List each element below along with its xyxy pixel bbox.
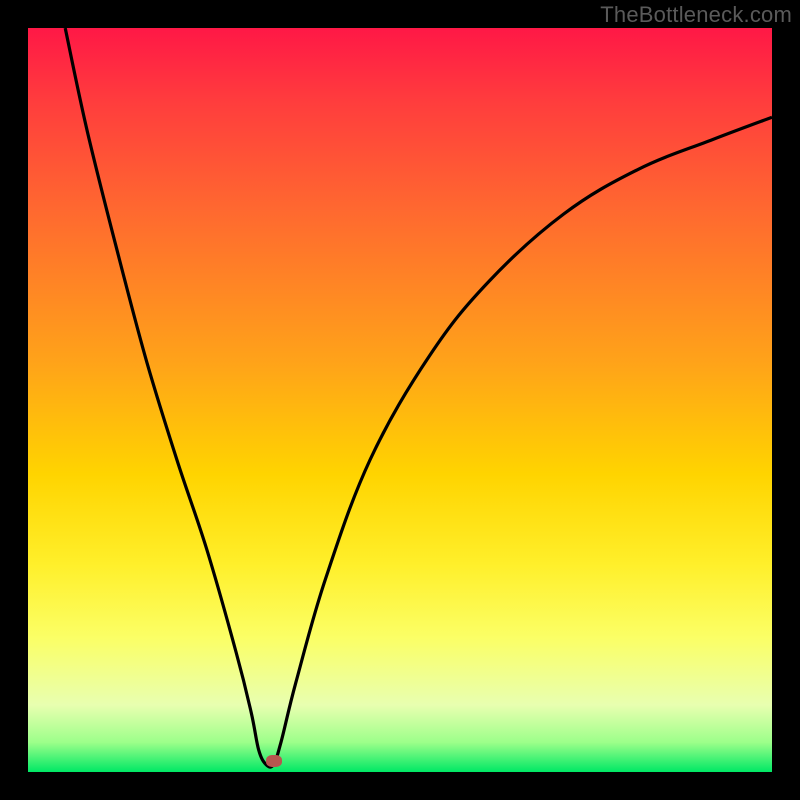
bottleneck-curve bbox=[28, 28, 772, 772]
curve-path bbox=[65, 28, 772, 767]
chart-frame: TheBottleneck.com bbox=[0, 0, 800, 800]
attribution-text: TheBottleneck.com bbox=[600, 2, 792, 28]
plot-area bbox=[28, 28, 772, 772]
minimum-marker bbox=[266, 755, 282, 767]
